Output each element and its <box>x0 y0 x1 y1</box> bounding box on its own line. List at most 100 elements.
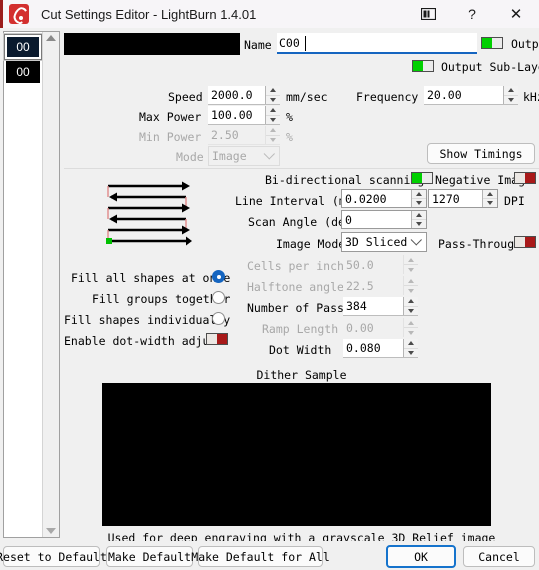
make-default-for-all-button[interactable]: Make Default for All <box>191 546 330 567</box>
show-timings-button[interactable]: Show Timings <box>427 143 535 164</box>
close-button[interactable]: ✕ <box>493 0 539 28</box>
ramp-length-value: 0.00 <box>346 320 374 335</box>
dpi-stepper[interactable] <box>482 190 497 207</box>
dot-width-input[interactable]: 0.080 <box>343 339 418 358</box>
output-toggle[interactable] <box>481 37 503 49</box>
max-power-up-icon[interactable] <box>266 106 280 116</box>
frequency-down-icon[interactable] <box>504 96 518 105</box>
passes-up-icon[interactable] <box>404 297 418 307</box>
chevron-down-icon[interactable] <box>408 238 426 246</box>
ramp-length-stepper <box>403 318 418 337</box>
max-power-units: % <box>286 110 293 124</box>
frequency-up-icon[interactable] <box>504 86 518 96</box>
dialog-body: 00 00 Name Output Output Sub-Layer Speed… <box>0 28 539 545</box>
mode-value: Image <box>212 149 247 163</box>
panel-toggle-icon[interactable] <box>405 0 451 28</box>
passes-input[interactable]: 384 <box>343 297 418 316</box>
dpi-input[interactable]: 1270 <box>428 189 498 208</box>
max-power-down-icon[interactable] <box>266 116 280 125</box>
pass-through-toggle[interactable] <box>514 236 536 248</box>
halftone-angle-label: Halftone angle <box>247 280 344 294</box>
cells-up-icon <box>404 255 418 265</box>
speed-units: mm/sec <box>286 90 328 104</box>
cancel-button[interactable]: Cancel <box>463 546 535 567</box>
halftone-up-icon <box>404 276 418 286</box>
line-interval-up-icon[interactable] <box>412 190 426 199</box>
ramp-length-input: 0.00 <box>343 318 418 337</box>
speed-value: 2000.0 <box>211 88 253 102</box>
speed-input[interactable]: 2000.0 <box>208 86 280 105</box>
scan-angle-stepper[interactable] <box>411 211 426 228</box>
layer-list-panel[interactable]: 00 00 <box>3 31 60 538</box>
line-interval-input[interactable]: 0.0200 <box>341 189 427 208</box>
frequency-input[interactable]: 20.00 <box>424 86 518 105</box>
max-power-stepper[interactable] <box>265 106 280 124</box>
passes-down-icon[interactable] <box>404 307 418 316</box>
mode-label: Mode <box>176 150 204 164</box>
halftone-angle-value: 22.5 <box>346 278 374 293</box>
scan-angle-down-icon[interactable] <box>412 220 426 228</box>
negative-image-toggle[interactable] <box>514 172 536 184</box>
scroll-up-icon[interactable] <box>46 35 56 41</box>
fill-all-label: Fill all shapes at once <box>71 271 231 285</box>
fill-all-radio[interactable] <box>212 270 225 283</box>
min-power-label: Min Power <box>139 130 202 144</box>
settings-content: Name Output Output Sub-Layer Speed 2000.… <box>64 28 539 545</box>
lightburn-logo-icon <box>9 4 29 24</box>
dot-width-adjust-label: Enable dot-width adjust <box>64 334 224 348</box>
title-bar: Cut Settings Editor - LightBurn 1.4.01 ?… <box>0 0 539 28</box>
output-label: Output <box>511 37 539 51</box>
scan-pattern-illustration <box>106 181 192 246</box>
start-marker <box>106 238 112 244</box>
output-sublayer-toggle[interactable] <box>412 60 434 72</box>
reset-to-default-button[interactable]: Reset to Default <box>0 546 107 567</box>
layer-chip-1[interactable]: 00 <box>6 61 40 83</box>
min-power-up-icon <box>266 126 280 136</box>
image-mode-combo[interactable]: 3D Sliced <box>341 232 427 252</box>
dpi-up-icon[interactable] <box>483 190 497 199</box>
window-controls: ? ✕ <box>405 0 539 28</box>
line-interval-value: 0.0200 <box>345 191 387 206</box>
text-caret <box>305 36 306 51</box>
fill-groups-label: Fill groups together <box>92 292 231 306</box>
min-power-value: 2.50 <box>211 128 239 142</box>
dpi-down-icon[interactable] <box>483 199 497 207</box>
cells-down-icon <box>404 265 418 274</box>
speed-up-icon[interactable] <box>266 86 280 96</box>
cells-per-inch-input: 50.0 <box>343 255 418 274</box>
halftone-angle-input: 22.5 <box>343 276 418 295</box>
passes-stepper[interactable] <box>403 297 418 315</box>
dot-width-stepper[interactable] <box>403 339 418 357</box>
fill-groups-radio[interactable] <box>212 291 225 304</box>
halftone-angle-stepper <box>403 276 418 295</box>
max-power-input[interactable]: 100.00 <box>208 106 280 125</box>
name-label: Name <box>244 38 272 52</box>
line-interval-down-icon[interactable] <box>412 199 426 207</box>
help-button[interactable]: ? <box>451 0 493 28</box>
scan-angle-input[interactable]: 0 <box>341 210 427 229</box>
name-input[interactable] <box>277 33 477 54</box>
window-title: Cut Settings Editor - LightBurn 1.4.01 <box>41 6 257 22</box>
dot-width-down-icon[interactable] <box>404 349 418 358</box>
frequency-stepper[interactable] <box>503 86 518 104</box>
make-default-button[interactable]: Make Default <box>106 546 193 567</box>
dot-width-up-icon[interactable] <box>404 339 418 349</box>
min-power-units: % <box>286 130 293 144</box>
image-mode-value: 3D Sliced <box>345 235 408 249</box>
frequency-units: kHz <box>523 90 539 104</box>
pass-through-label: Pass-Through <box>438 237 522 251</box>
dpi-label: DPI <box>504 194 525 208</box>
bidirectional-toggle[interactable] <box>411 172 433 184</box>
ok-button[interactable]: OK <box>386 545 456 568</box>
speed-stepper[interactable] <box>265 86 280 104</box>
layer-scrollbar[interactable] <box>42 32 59 537</box>
scroll-down-icon[interactable] <box>46 528 56 534</box>
scan-angle-up-icon[interactable] <box>412 211 426 220</box>
dot-width-adjust-toggle[interactable] <box>206 333 228 345</box>
dialog-footer: Reset to Default Make Default Make Defau… <box>0 541 539 570</box>
layer-chip-0[interactable]: 00 <box>4 34 42 60</box>
chevron-down-icon <box>261 152 279 160</box>
speed-down-icon[interactable] <box>266 96 280 105</box>
fill-individual-radio[interactable] <box>212 312 225 325</box>
line-interval-stepper[interactable] <box>411 190 426 207</box>
